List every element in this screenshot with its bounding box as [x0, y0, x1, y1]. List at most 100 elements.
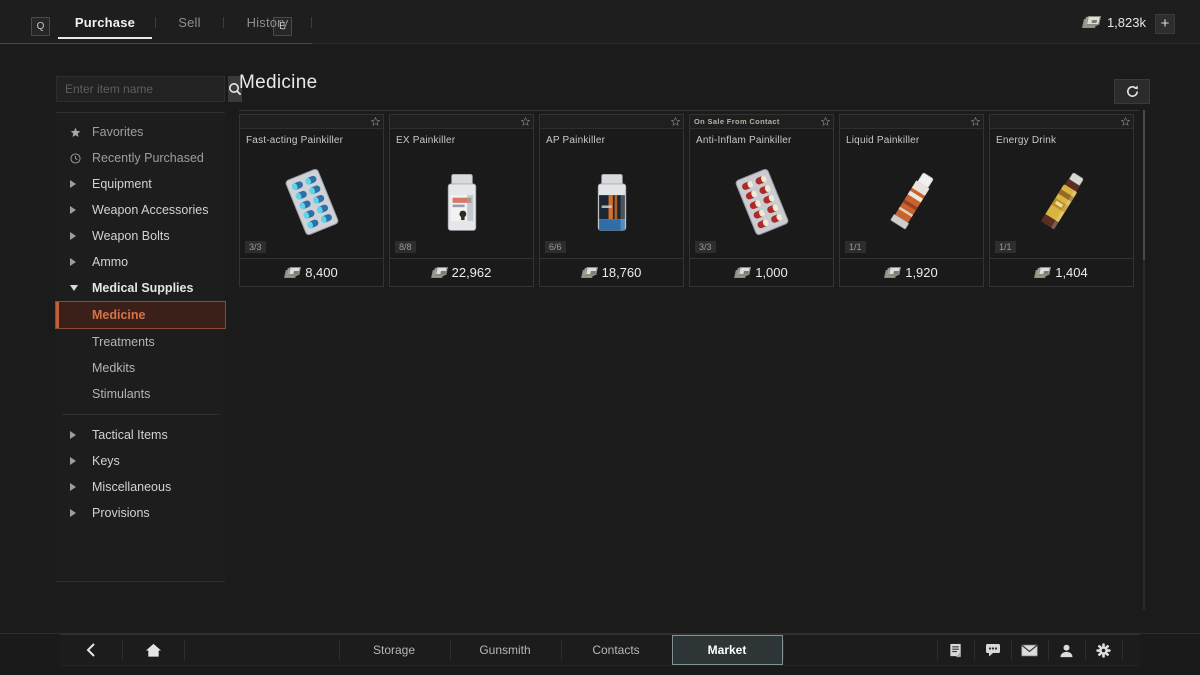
notes-icon [949, 643, 961, 657]
sidebar-item-medkits[interactable]: Medkits [56, 355, 225, 381]
tab-sell[interactable]: Sell [157, 10, 222, 39]
favorite-star-icon[interactable] [371, 117, 380, 126]
chevron-right-icon [70, 509, 92, 517]
sidebar-item-medical-supplies[interactable]: Medical Supplies [56, 275, 225, 301]
sidebar-item-provisions[interactable]: Provisions [56, 500, 225, 526]
tab-divider [223, 17, 224, 28]
sidebar-item-keys[interactable]: Keys [56, 448, 225, 474]
top-tabs: Purchase Sell History [56, 10, 313, 39]
home-icon [145, 643, 161, 657]
search-bar [56, 76, 242, 102]
tab-history[interactable]: History [225, 10, 310, 39]
sidebar-item-favorites[interactable]: Favorites [56, 119, 225, 145]
card-artwork: 8/8 [390, 146, 533, 258]
item-card[interactable]: AP Painkiller 6/6 18,760 [539, 114, 684, 287]
bottom-tab-market[interactable]: Market [671, 635, 783, 665]
sidebar-item-label: Miscellaneous [92, 480, 172, 494]
sidebar-item-stimulants[interactable]: Stimulants [56, 381, 225, 407]
sidebar-item-label: Medical Supplies [92, 281, 194, 295]
favorite-star-icon[interactable] [971, 117, 980, 126]
currency-display: 1,823k [1081, 15, 1146, 30]
sidebar-item-weapon-accessories[interactable]: Weapon Accessories [56, 197, 225, 223]
card-stock-badge: 1/1 [845, 241, 866, 253]
chevron-right-icon [70, 258, 92, 266]
search-input[interactable] [57, 82, 228, 96]
home-button[interactable] [122, 635, 184, 665]
bottom-tab-gunsmith[interactable]: Gunsmith [449, 635, 561, 665]
card-header [840, 115, 983, 129]
banknote-stack-icon [284, 267, 302, 278]
profile-button[interactable] [1048, 635, 1085, 665]
bottom-tab-contacts[interactable]: Contacts [560, 635, 672, 665]
mail-button[interactable] [1011, 635, 1048, 665]
sidebar-item-label: Medkits [92, 361, 136, 375]
card-item-name: EX Painkiller [396, 135, 456, 146]
category-nav: Favorites Recently Purchased Equipment W… [55, 112, 226, 582]
item-card[interactable]: Liquid Painkiller 1/1 1,920 [839, 114, 984, 287]
chevron-right-icon [70, 457, 92, 465]
star-icon [70, 127, 92, 138]
card-stock-badge: 6/6 [545, 241, 566, 253]
sidebar-item-tactical-items[interactable]: Tactical Items [56, 422, 225, 448]
key-hint-q[interactable]: Q [31, 17, 50, 36]
sidebar-item-recently-purchased[interactable]: Recently Purchased [56, 145, 225, 171]
clock-icon [70, 152, 92, 164]
chevron-right-icon [70, 483, 92, 491]
chevron-down-icon [70, 285, 92, 291]
sidebar-item-equipment[interactable]: Equipment [56, 171, 225, 197]
bottom-tab-storage[interactable]: Storage [338, 635, 450, 665]
sidebar-item-weapon-bolts[interactable]: Weapon Bolts [56, 223, 225, 249]
card-item-name: Anti-Inflam Painkiller [696, 135, 792, 146]
card-stock-badge: 1/1 [995, 241, 1016, 253]
banknote-stack-icon [1034, 267, 1052, 278]
card-price: 22,962 [390, 258, 533, 286]
tab-purchase[interactable]: Purchase [56, 10, 154, 39]
sidebar-item-medicine[interactable]: Medicine [55, 301, 226, 329]
chevron-right-icon [70, 206, 92, 214]
chevron-right-icon [70, 431, 92, 439]
back-button[interactable] [60, 635, 122, 665]
item-card[interactable]: EX Painkiller 8/8 22,962 [389, 114, 534, 287]
sidebar-item-miscellaneous[interactable]: Miscellaneous [56, 474, 225, 500]
card-artwork: 6/6 [540, 146, 683, 258]
card-artwork: 3/3 [690, 146, 833, 258]
sidebar-item-ammo[interactable]: Ammo [56, 249, 225, 275]
scrollbar-thumb[interactable] [1143, 110, 1145, 260]
card-stock-badge: 8/8 [395, 241, 416, 253]
settings-button[interactable] [1085, 635, 1122, 665]
favorite-star-icon[interactable] [671, 117, 680, 126]
item-card[interactable]: On Sale From Contact Anti-Inflam Painkil… [689, 114, 834, 287]
card-artwork: 1/1 [990, 146, 1133, 258]
card-item-name: Energy Drink [996, 135, 1057, 146]
chat-button[interactable] [974, 635, 1011, 665]
banknote-stack-icon [1081, 16, 1101, 29]
sidebar-item-treatments[interactable]: Treatments [56, 329, 225, 355]
card-price-value: 1,920 [905, 265, 938, 280]
card-item-name: Fast-acting Painkiller [246, 135, 344, 146]
refresh-button[interactable] [1114, 79, 1150, 104]
sidebar: Favorites Recently Purchased Equipment W… [55, 76, 242, 582]
card-price-value: 22,962 [451, 265, 492, 280]
sidebar-item-label: Provisions [92, 506, 150, 520]
mail-icon [1021, 644, 1038, 656]
card-price-value: 1,404 [1055, 265, 1088, 280]
tube-orange-icon [890, 172, 933, 230]
bottom-bar-spacer-right [782, 635, 938, 665]
add-funds-button[interactable]: + [1155, 14, 1175, 34]
content-scrollbar[interactable] [1143, 110, 1145, 610]
profile-icon [1060, 644, 1073, 657]
favorite-star-icon[interactable] [521, 117, 530, 126]
nav-divider [62, 414, 219, 415]
tab-divider [155, 17, 156, 28]
card-header [240, 115, 383, 129]
notes-button[interactable] [937, 635, 974, 665]
item-card[interactable]: Fast-acting Painkiller 3/3 8,400 [239, 114, 384, 287]
sidebar-item-label: Stimulants [92, 387, 151, 401]
page-title: Medicine [239, 72, 318, 93]
card-header [390, 115, 533, 129]
favorite-star-icon[interactable] [1121, 117, 1130, 126]
favorite-star-icon[interactable] [821, 117, 830, 126]
sidebar-item-label: Weapon Accessories [92, 203, 209, 217]
card-header [540, 115, 683, 129]
item-card[interactable]: Energy Drink 1/1 1,404 [989, 114, 1134, 287]
